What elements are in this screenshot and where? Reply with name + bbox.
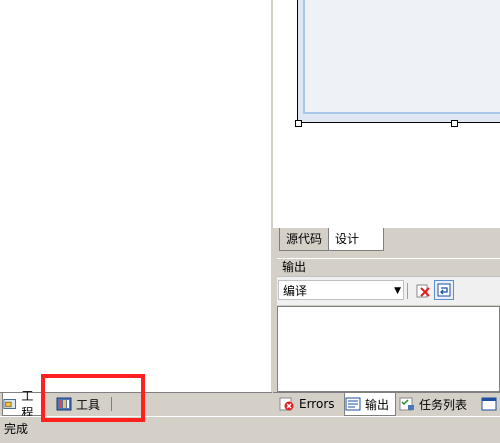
highlight-box — [41, 374, 145, 422]
tab-errors-label: Errors — [299, 397, 335, 411]
form-client-area[interactable] — [303, 0, 500, 114]
resize-handle-bottom[interactable] — [451, 120, 458, 127]
resize-handle-bottom-left[interactable] — [295, 120, 302, 127]
output-icon — [345, 397, 361, 411]
splitter[interactable] — [271, 0, 273, 392]
error-icon — [279, 397, 294, 411]
project-icon — [3, 399, 17, 409]
tab-errors[interactable]: Errors — [279, 393, 341, 415]
output-source-select[interactable]: 编译 ▼ — [278, 280, 404, 300]
tab-task-list-label: 任务列表 — [419, 397, 468, 412]
output-panel-title: 输出 — [277, 258, 500, 276]
tab-output[interactable]: 输出 — [344, 393, 396, 416]
tab-source-code[interactable]: 源代码 — [279, 228, 330, 251]
task-list-icon — [399, 397, 414, 411]
tab-design[interactable]: 设计 — [328, 228, 384, 251]
bottom-tab-strip: Errors 输出 任务列表 — [273, 392, 500, 417]
status-text: 完成 — [4, 422, 29, 436]
toolbar-separator — [407, 283, 408, 299]
project-panel — [0, 0, 272, 392]
tab-output-label: 输出 — [365, 397, 390, 412]
output-text-area[interactable] — [277, 306, 500, 392]
tab-project[interactable]: 工程 — [2, 389, 44, 420]
output-source-value: 编译 — [283, 284, 308, 298]
clear-all-icon[interactable] — [415, 283, 431, 299]
window-icon[interactable] — [481, 397, 497, 411]
chevron-down-icon: ▼ — [394, 286, 401, 296]
output-toolbar: 编译 ▼ — [277, 276, 500, 305]
word-wrap-button[interactable] — [434, 280, 454, 300]
view-tab-strip: 源代码 设计 — [273, 228, 500, 252]
tab-task-list[interactable]: 任务列表 — [399, 393, 477, 415]
word-wrap-icon — [437, 283, 451, 297]
